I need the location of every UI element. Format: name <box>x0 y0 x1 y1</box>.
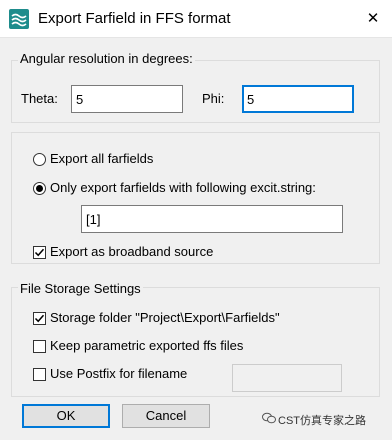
wechat-icon <box>262 412 276 424</box>
checkmark-icon <box>34 248 45 257</box>
file-storage-group: File Storage Settings Storage folder "Pr… <box>11 281 380 397</box>
theta-input[interactable] <box>71 85 183 113</box>
postfix-input[interactable] <box>232 364 342 392</box>
use-postfix-label[interactable]: Use Postfix for filename <box>50 366 187 381</box>
cst-waves-icon <box>9 9 29 29</box>
cancel-button[interactable]: Cancel <box>122 404 210 428</box>
export-all-label[interactable]: Export all farfields <box>50 151 153 166</box>
keep-parametric-label[interactable]: Keep parametric exported ffs files <box>50 338 243 353</box>
export-all-radio[interactable] <box>33 153 46 166</box>
angular-resolution-group: Angular resolution in degrees: Theta: Ph… <box>11 51 380 123</box>
broadband-label[interactable]: Export as broadband source <box>50 244 213 259</box>
watermark-text: CST仿真专家之路 <box>278 415 366 427</box>
export-only-label[interactable]: Only export farfields with following exc… <box>50 180 316 195</box>
close-button[interactable]: ✕ <box>360 6 386 32</box>
checkmark-icon <box>34 314 45 323</box>
export-options-group: Export all farfields Only export farfiel… <box>11 132 380 264</box>
ok-button[interactable]: OK <box>22 404 110 428</box>
storage-folder-label[interactable]: Storage folder "Project\Export\Farfields… <box>50 310 280 325</box>
storage-folder-checkbox[interactable] <box>33 312 46 325</box>
angular-group-label: Angular resolution in degrees: <box>18 51 195 66</box>
theta-label: Theta: <box>21 91 58 106</box>
window-title: Export Farfield in FFS format <box>38 10 231 27</box>
title-bar: Export Farfield in FFS format ✕ <box>0 0 392 38</box>
use-postfix-checkbox[interactable] <box>33 368 46 381</box>
excit-string-input[interactable] <box>81 205 343 233</box>
broadband-checkbox[interactable] <box>33 246 46 259</box>
export-only-radio[interactable] <box>33 182 46 195</box>
phi-input[interactable] <box>242 85 354 113</box>
close-icon: ✕ <box>366 10 380 27</box>
keep-parametric-checkbox[interactable] <box>33 340 46 353</box>
storage-group-label: File Storage Settings <box>18 281 143 296</box>
phi-label: Phi: <box>202 91 225 106</box>
